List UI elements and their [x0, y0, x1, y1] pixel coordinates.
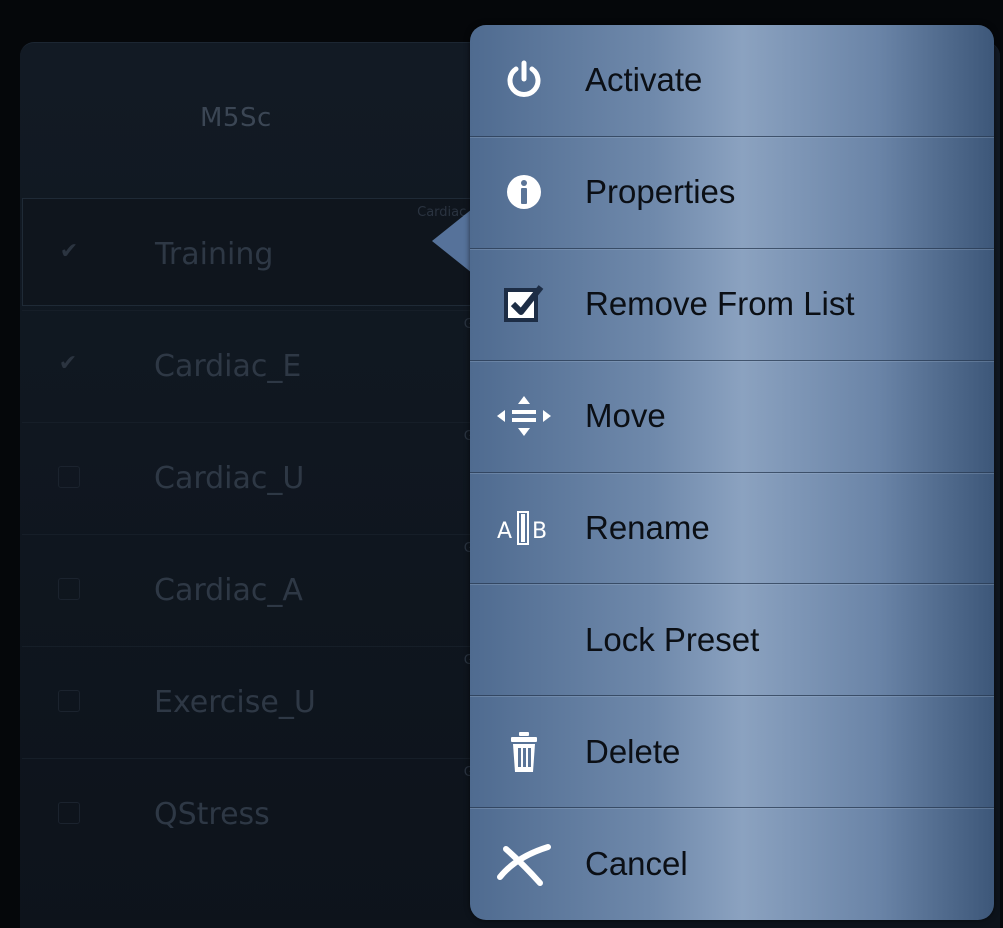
checkbox[interactable]	[58, 578, 80, 600]
menu-item-rename[interactable]: A B Rename	[470, 473, 994, 585]
preset-list: Cardiac_E ✔ Training GE ✔ Cardiac_E GE C…	[22, 198, 492, 870]
checkmark-icon[interactable]: ✔	[59, 241, 79, 263]
info-icon	[494, 167, 554, 217]
menu-label: Rename	[585, 509, 710, 546]
menu-item-properties[interactable]: Properties	[470, 137, 994, 249]
preset-name: QStress	[154, 797, 270, 832]
menu-item-move[interactable]: Move	[470, 361, 994, 473]
preset-name: Training	[155, 237, 274, 272]
preset-row-training[interactable]: Cardiac_E ✔ Training	[22, 198, 492, 306]
preset-name: Cardiac_E	[154, 349, 302, 384]
menu-label: Delete	[585, 732, 681, 770]
menu-pointer	[432, 209, 472, 273]
menu-label: Remove From List	[585, 285, 855, 323]
preset-name: Cardiac_U	[154, 461, 305, 496]
menu-label: Cancel	[585, 845, 688, 883]
menu-item-cancel[interactable]: Cancel	[470, 808, 994, 920]
menu-item-activate[interactable]: Activate	[470, 25, 994, 137]
probe-name: M5Sc	[200, 103, 272, 133]
preset-row-cardiac-e[interactable]: GE ✔ Cardiac_E	[22, 310, 492, 422]
power-icon	[494, 55, 554, 105]
context-menu: Activate Properties Remove From List Mov…	[470, 25, 994, 920]
menu-label: Lock Preset	[585, 620, 760, 658]
preset-name: Exercise_U	[154, 685, 316, 720]
checkbox[interactable]	[58, 802, 80, 824]
checkbox-icon	[494, 279, 554, 329]
preset-row-cardiac-a[interactable]: GE Cardiac_A	[22, 534, 492, 646]
preset-row-exercise-u[interactable]: GE Exercise_U	[22, 646, 492, 758]
trash-icon	[494, 727, 554, 777]
menu-label: Move	[585, 397, 666, 435]
rename-icon: A B	[494, 503, 554, 553]
preset-row-qstress[interactable]: GE QStress	[22, 758, 492, 870]
svg-text:B: B	[532, 519, 547, 544]
menu-label: Properties	[585, 173, 736, 211]
menu-label: Activate	[585, 61, 703, 99]
move-arrows-icon	[494, 391, 554, 441]
checkmark-icon[interactable]: ✔	[58, 353, 78, 375]
preset-row-cardiac-u[interactable]: GE Cardiac_U	[22, 422, 492, 534]
screen: M5Sc Cardiac_E ✔ Training GE ✔ Cardiac_E…	[0, 0, 1003, 928]
menu-item-remove-from-list[interactable]: Remove From List	[470, 249, 994, 361]
preset-name: Cardiac_A	[154, 573, 303, 608]
menu-item-lock-preset[interactable]: Lock Preset	[470, 584, 994, 697]
checkbox[interactable]	[58, 690, 80, 712]
checkbox[interactable]	[58, 466, 80, 488]
cancel-icon	[494, 839, 554, 889]
menu-item-delete[interactable]: Delete	[470, 696, 994, 809]
svg-text:A: A	[497, 519, 512, 544]
